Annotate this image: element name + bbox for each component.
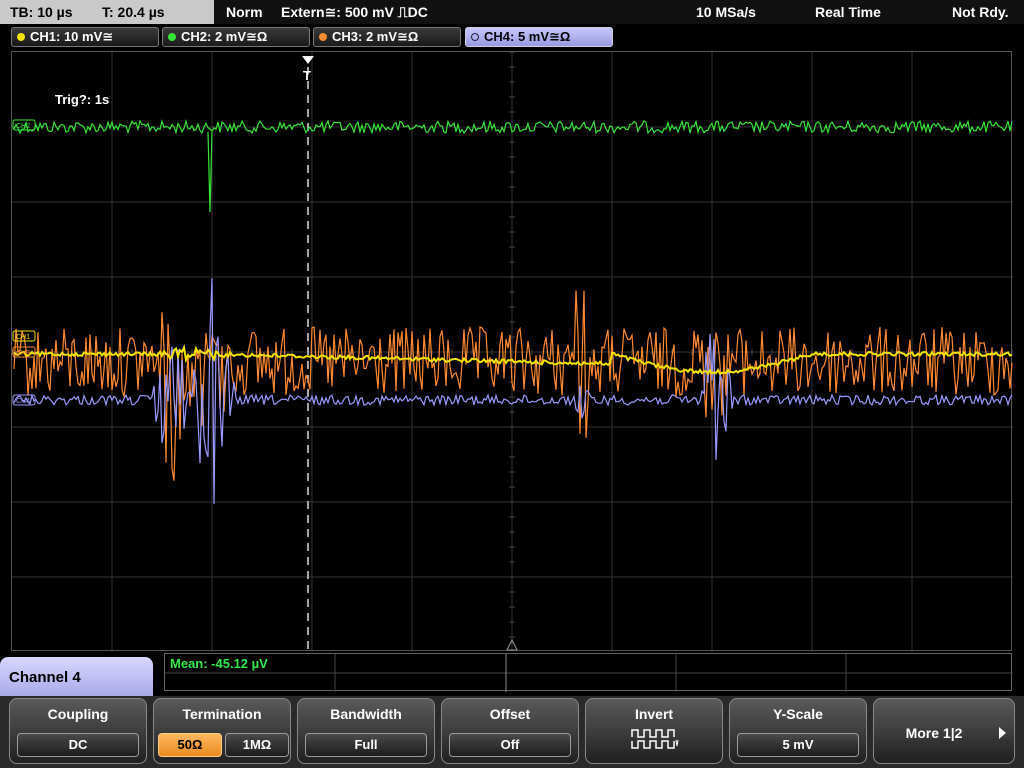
channel-2-dot-icon — [168, 33, 176, 41]
y-scale-label: Y-Scale — [773, 706, 823, 722]
sample-rate: 10 MSa/s — [696, 4, 756, 20]
invert-softkey[interactable]: Invert — [585, 698, 723, 764]
channel-2-glitch — [207, 131, 213, 213]
menu-title: Channel 4 — [0, 657, 153, 697]
y-scale-value[interactable]: 5 mV — [737, 733, 859, 757]
waveform-display[interactable]: T Trig?: 1s CH2 CH1 CH3 CH4 — [11, 51, 1013, 652]
invert-label: Invert — [634, 706, 674, 722]
channel-1-tab[interactable]: CH1: 10 mV≅ — [11, 27, 159, 47]
channel-4-label: CH4: 5 mV≅Ω — [484, 29, 571, 44]
more-label: More 1|2 — [905, 725, 963, 741]
acquisition-state: Not Rdy. — [952, 4, 1009, 20]
channel-2-tab[interactable]: CH2: 2 mV≅Ω — [162, 27, 310, 47]
coupling-label: Coupling — [47, 706, 109, 722]
measurement-grid — [165, 654, 1013, 692]
offset-label: Offset — [489, 706, 531, 722]
termination-softkey[interactable]: Termination 50Ω 1MΩ — [153, 698, 291, 764]
coupling-softkey[interactable]: Coupling DC — [9, 698, 147, 764]
coupling-value[interactable]: DC — [17, 733, 139, 757]
channel-3-trace — [13, 290, 1013, 481]
channel-1-dot-icon — [17, 33, 25, 41]
channel-bar: CH1: 10 mV≅ CH2: 2 mV≅Ω CH3: 2 mV≅Ω CH4:… — [0, 26, 1024, 48]
trigger-mode[interactable]: Norm — [226, 4, 263, 20]
offset-value[interactable]: Off — [449, 733, 571, 757]
trigger-source[interactable]: Extern≅: 500 mV ⎍DC — [281, 4, 428, 21]
trigger-marker-label: T — [303, 68, 311, 83]
channel-ground-marker-label: CH3 — [16, 350, 30, 357]
y-scale-softkey[interactable]: Y-Scale 5 mV — [729, 698, 867, 764]
channel-3-tab[interactable]: CH3: 2 mV≅Ω — [313, 27, 461, 47]
status-bar: TB: 10 µs T: 20.4 µs Norm Extern≅: 500 m… — [0, 0, 1024, 24]
waveform-canvas: T Trig?: 1s CH2 CH1 CH3 CH4 — [12, 52, 1013, 652]
timebase-readout: TB: 10 µs — [10, 4, 73, 20]
inverted-square-wave-icon — [631, 729, 679, 749]
channel-ground-marker-label: CH4 — [16, 398, 30, 405]
mean-measurement: Mean: -45.12 µV — [170, 656, 268, 671]
channel-ground-marker-label: CH1 — [16, 334, 30, 341]
offset-softkey[interactable]: Offset Off — [441, 698, 579, 764]
bandwidth-softkey[interactable]: Bandwidth Full — [297, 698, 435, 764]
acquisition-mode: Real Time — [815, 4, 881, 20]
next-page-arrow-icon — [999, 727, 1006, 739]
channel-4-dot-icon — [471, 33, 479, 41]
termination-label: Termination — [182, 706, 262, 722]
more-softkey[interactable]: More 1|2 — [873, 698, 1015, 764]
bandwidth-value[interactable]: Full — [305, 733, 427, 757]
channel-2-label: CH2: 2 mV≅Ω — [181, 29, 268, 44]
termination-1mohm-option[interactable]: 1MΩ — [225, 733, 289, 757]
bandwidth-label: Bandwidth — [330, 706, 402, 722]
channel-1-label: CH1: 10 mV≅ — [30, 29, 114, 44]
channel-3-label: CH3: 2 mV≅Ω — [332, 29, 419, 44]
channel-ground-marker-label: CH2 — [16, 123, 30, 130]
measurement-panel: Mean: -45.12 µV — [164, 653, 1013, 692]
timebase-box[interactable]: TB: 10 µs T: 20.4 µs — [0, 0, 214, 24]
channel-4-trace — [13, 278, 1013, 505]
trigger-time-readout: T: 20.4 µs — [102, 4, 165, 20]
softkey-bar: Coupling DC Termination 50Ω 1MΩ Bandwidt… — [0, 696, 1024, 768]
channel-3-dot-icon — [319, 33, 327, 41]
channel-4-tab[interactable]: CH4: 5 mV≅Ω — [465, 27, 613, 47]
termination-50ohm-option[interactable]: 50Ω — [158, 733, 222, 757]
trigger-info-text: Trig?: 1s — [55, 92, 109, 107]
